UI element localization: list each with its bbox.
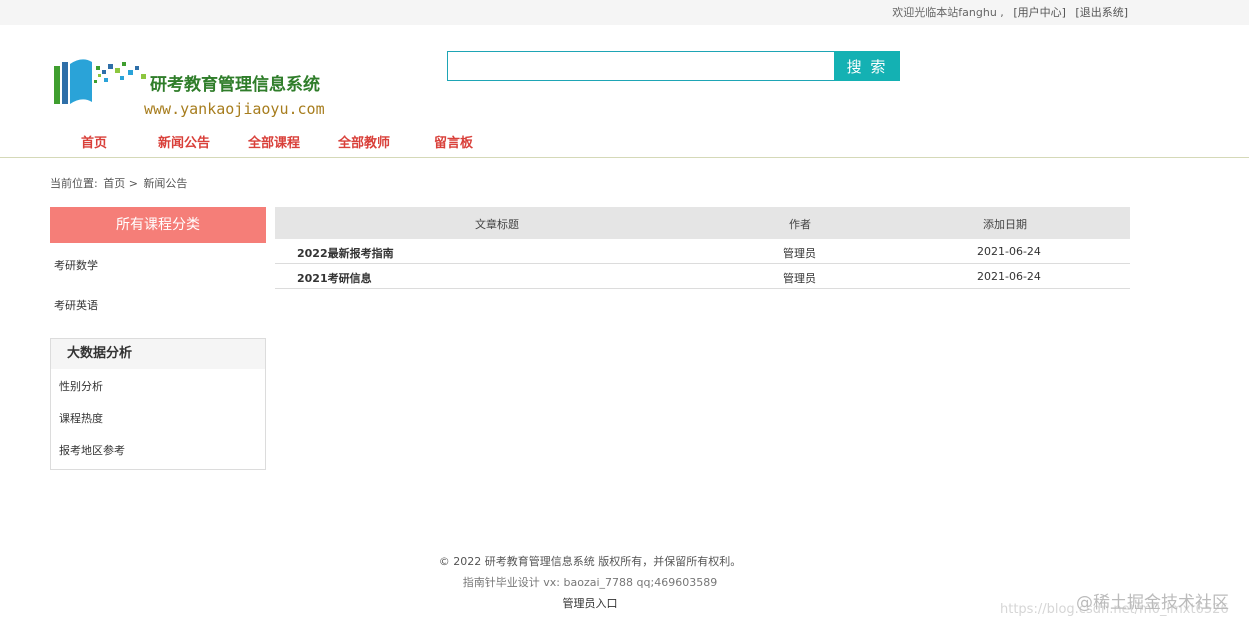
books-logo-icon (54, 59, 108, 104)
bigdata-item-course-heat[interactable]: 课程热度 (59, 410, 103, 426)
row-date: 2021-06-24 (977, 270, 1041, 283)
pixel-dots-decoration (108, 62, 146, 80)
site-logo[interactable]: 研考教育管理信息系统 www.yankaojiaoyu.com (50, 50, 350, 122)
user-center-link[interactable]: [用户中心] (1013, 6, 1066, 19)
watermark-brand: @稀土掘金技术社区 (1076, 593, 1229, 613)
nav-guestbook[interactable]: 留言板 (434, 132, 473, 151)
column-header-title: 文章标题 (475, 218, 519, 231)
logo-title: 研考教育管理信息系统 (150, 75, 320, 95)
search-input[interactable] (447, 51, 835, 81)
column-header-date: 添加日期 (983, 218, 1027, 231)
row-title[interactable]: 2022最新报考指南 (297, 245, 394, 261)
nav-teachers[interactable]: 全部教师 (338, 132, 390, 151)
row-author: 管理员 (783, 272, 816, 285)
welcome-text: 欢迎光临本站fanghu , (892, 6, 1004, 19)
breadcrumb: 当前位置: 首页 > 新闻公告 (50, 175, 189, 191)
search-button[interactable]: 搜 索 (834, 51, 900, 81)
admin-entry-link[interactable]: 管理员入口 (563, 597, 618, 610)
row-date: 2021-06-24 (977, 245, 1041, 258)
category-item-english[interactable]: 考研英语 (54, 297, 98, 313)
table-row[interactable]: 2021考研信息 管理员 2021-06-24 (275, 264, 1130, 289)
search-bar: 搜 索 (447, 51, 900, 81)
bigdata-panel: 大数据分析 性别分析 课程热度 报考地区参考 (50, 338, 266, 470)
nav-divider (0, 157, 1249, 158)
breadcrumb-current: 新闻公告 (143, 177, 188, 190)
nav-courses[interactable]: 全部课程 (248, 132, 300, 151)
footer-credit: 指南针毕业设计 vx: baozai_7788 qq;469603589 (462, 576, 718, 589)
bigdata-item-gender[interactable]: 性别分析 (59, 378, 103, 394)
category-item-math[interactable]: 考研数学 (54, 257, 98, 273)
column-header-author: 作者 (789, 218, 811, 231)
bigdata-header: 大数据分析 (51, 339, 265, 369)
table-row[interactable]: 2022最新报考指南 管理员 2021-06-24 (275, 239, 1130, 264)
category-header: 所有课程分类 (50, 207, 266, 243)
breadcrumb-separator: > (128, 177, 138, 190)
logout-link[interactable]: [退出系统] (1075, 6, 1128, 19)
news-table: 文章标题 作者 添加日期 2022最新报考指南 管理员 2021-06-24 2… (275, 207, 1130, 289)
breadcrumb-prefix: 当前位置: (50, 177, 98, 190)
user-links: 欢迎光临本站fanghu , [用户中心] [退出系统] (892, 4, 1128, 20)
row-author: 管理员 (783, 247, 816, 260)
nav-home[interactable]: 首页 (81, 132, 107, 151)
logo-url: www.yankaojiaoyu.com (144, 100, 325, 118)
table-header: 文章标题 作者 添加日期 (275, 207, 1130, 239)
nav-news[interactable]: 新闻公告 (158, 132, 210, 151)
breadcrumb-home[interactable]: 首页 (103, 177, 125, 190)
row-title[interactable]: 2021考研信息 (297, 270, 372, 286)
top-bar: 欢迎光临本站fanghu , [用户中心] [退出系统] (0, 0, 1249, 25)
footer-copyright: © 2022 研考教育管理信息系统 版权所有，并保留所有权利。 (438, 555, 742, 568)
bigdata-item-region[interactable]: 报考地区参考 (59, 442, 125, 458)
